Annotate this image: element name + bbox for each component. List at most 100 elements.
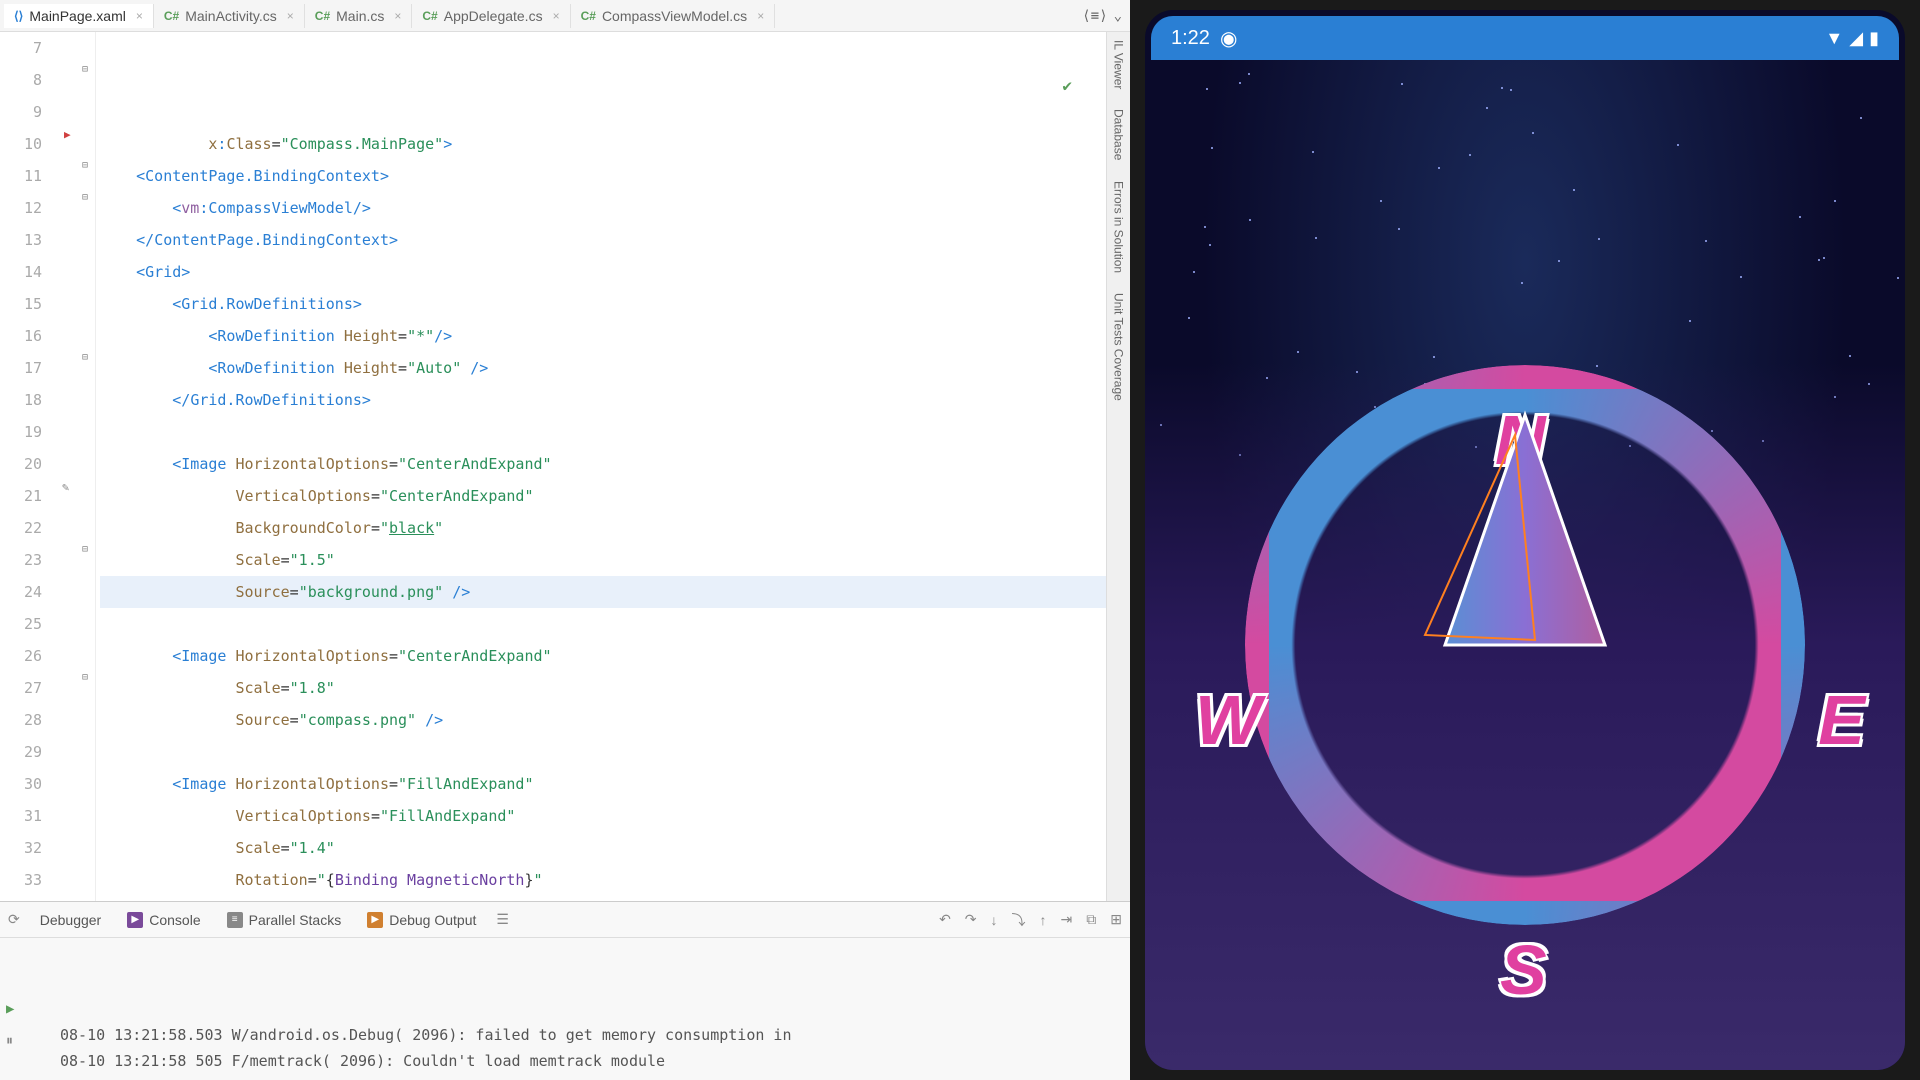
tab-Main-cs[interactable]: C# Main.cs × [305,4,413,28]
fold-toggle-icon[interactable]: ⊟ [82,672,88,683]
close-icon[interactable]: × [757,9,764,23]
tab-label: MainPage.xaml [29,8,126,24]
tab-parallel-label: Parallel Stacks [249,912,342,928]
tab-console-label: Console [149,912,200,928]
resume-icon[interactable]: ▶ [6,996,14,1022]
code-line-7[interactable]: x:Class="Compass.MainPage"> [100,128,1106,160]
inspection-ok-icon[interactable]: ✔ [1062,70,1072,102]
layout-icon[interactable]: ☰ [496,911,509,928]
code-line-13[interactable]: <RowDefinition Height="*"/> [100,320,1106,352]
code-line-26[interactable] [100,736,1106,768]
current-line-icon: ✎ [62,480,69,494]
close-icon[interactable]: × [136,9,143,23]
tab-label: CompassViewModel.cs [602,8,747,24]
code-line-22[interactable] [100,608,1106,640]
compass-needle [1385,405,1665,685]
file-type-icon: C# [315,9,330,23]
tab-debug-output[interactable]: ▶ Debug Output [361,908,482,932]
code-line-16[interactable] [100,416,1106,448]
wifi-icon: ▼ [1825,28,1843,49]
code-line-23[interactable]: <Image HorizontalOptions="CenterAndExpan… [100,640,1106,672]
step-over-icon[interactable]: ⤵ [1012,910,1026,930]
step-over-back-icon[interactable]: ↷ [965,911,977,928]
tab-parallel-stacks[interactable]: ≡ Parallel Stacks [221,908,348,932]
fold-toggle-icon[interactable]: ⊟ [82,544,88,555]
console-output[interactable]: ▶ ⏸ 08-10 13:21:58.503 W/android.os.Debu… [0,938,1130,1080]
tab-MainActivity-cs[interactable]: C# MainActivity.cs × [154,4,305,28]
close-icon[interactable]: × [553,9,560,23]
code-line-18[interactable]: VerticalOptions="CenterAndExpand" [100,480,1106,512]
code-line-8[interactable]: <ContentPage.BindingContext> [100,160,1106,192]
console-line: 08-10 13:21:58.503 W/android.os.Debug( 2… [60,1022,1090,1048]
code-line-14[interactable]: <RowDefinition Height="Auto" /> [100,352,1106,384]
code-editor[interactable]: ✔ x:Class="Compass.MainPage"> <ContentPa… [96,32,1106,901]
tab-label: MainActivity.cs [185,8,277,24]
settings-icon[interactable]: ⊞ [1110,911,1122,928]
code-line-28[interactable]: VerticalOptions="FillAndExpand" [100,800,1106,832]
code-line-10[interactable]: </ContentPage.BindingContext> [100,224,1106,256]
code-line-30[interactable]: Rotation="{Binding MagneticNorth}" [100,864,1106,896]
tab-console[interactable]: ▶ Console [121,908,206,932]
code-line-15[interactable]: </Grid.RowDefinitions> [100,384,1106,416]
breakpoint-marker[interactable]: ▶ [64,128,71,141]
code-line-21[interactable]: Source="background.png" /> [100,576,1106,608]
close-icon[interactable]: × [287,9,294,23]
step-back-icon[interactable]: ↶ [939,911,951,928]
tab-AppDelegate-cs[interactable]: C# AppDelegate.cs × [412,4,570,28]
step-out-icon[interactable]: ↑ [1040,912,1047,928]
android-emulator[interactable]: 1:22 ◉ ▼ ◢ ▮ N E S W [1145,10,1905,1070]
tab-MainPage-xaml[interactable]: ⟨⟩MainPage.xaml× [4,4,154,28]
run-to-cursor-icon[interactable]: ⇥ [1061,911,1073,928]
emulator-screen[interactable]: N E S W [1145,60,1905,1070]
code-line-9[interactable]: <vm:CompassViewModel/> [100,192,1106,224]
fold-toggle-icon[interactable]: ⊟ [82,64,88,75]
code-line-17[interactable]: <Image HorizontalOptions="CenterAndExpan… [100,448,1106,480]
code-line-27[interactable]: <Image HorizontalOptions="FillAndExpand" [100,768,1106,800]
tool-window-database[interactable]: Database [1109,109,1128,160]
debug-output-icon: ▶ [367,912,383,928]
tool-window-unit-tests-coverage[interactable]: Unit Tests Coverage [1109,293,1128,401]
code-line-29[interactable]: Scale="1.4" [100,832,1106,864]
right-tool-sidebar: IL Viewer Database Errors in Solution Unit … [1106,32,1130,901]
editor-area: 7891011121314151617181920212223242526272… [0,32,1130,901]
tab-debugout-label: Debug Output [389,912,476,928]
breakpoint-gutter[interactable]: ▶✎ [60,32,80,901]
fold-toggle-icon[interactable]: ⊟ [82,352,88,363]
file-type-icon: C# [164,9,179,23]
evaluate-icon[interactable]: ⧉ [1086,911,1096,928]
code-line-11[interactable]: <Grid> [100,256,1106,288]
battery-icon: ▮ [1869,28,1879,49]
file-type-icon: C# [422,9,437,23]
emulator-pane: 1:22 ◉ ▼ ◢ ▮ N E S W [1130,0,1920,1080]
close-icon[interactable]: × [394,9,401,23]
compass-west-label: W [1195,680,1261,760]
console-icon: ▶ [127,912,143,928]
code-line-31[interactable]: Source="needle.png" /> [100,896,1106,901]
tool-window-errors-in-solution[interactable]: Errors in Solution [1109,181,1128,273]
code-line-20[interactable]: Scale="1.5" [100,544,1106,576]
fold-toggle-icon[interactable]: ⊟ [82,192,88,203]
tab-debugger[interactable]: Debugger [34,908,108,932]
tab-label: Main.cs [336,8,384,24]
editor-pane: ⟨⟩MainPage.xaml×C#MainActivity.cs×C#Main… [0,0,1130,1080]
tab-label: AppDelegate.cs [444,8,543,24]
code-line-19[interactable]: BackgroundColor="black" [100,512,1106,544]
tool-window-il-viewer[interactable]: IL Viewer [1109,40,1128,89]
fold-gutter[interactable]: ⊟ ⊟ ⊟ ⊟ ⊟ ⊟ [80,32,96,901]
step-into-icon[interactable]: ↓ [991,912,998,928]
restart-icon[interactable]: ⟳ [8,911,20,928]
parallel-icon: ≡ [227,912,243,928]
tab-bar: ⟨⟩MainPage.xaml×C#MainActivity.cs×C#Main… [0,0,1130,32]
debug-attached-icon: ◉ [1220,26,1237,51]
pause-icon[interactable]: ⏸ [6,1028,14,1054]
console-line: 08-10 13:21:58 505 F/memtrack( 2096): Co… [60,1048,1090,1074]
chevron-down-icon[interactable]: ⌄ [1114,8,1122,24]
fold-toggle-icon[interactable]: ⊟ [82,160,88,171]
code-line-12[interactable]: <Grid.RowDefinitions> [100,288,1106,320]
emulator-status-bar: 1:22 ◉ ▼ ◢ ▮ [1151,16,1899,60]
tab-group-icon[interactable]: ⟨≡⟩ [1082,8,1107,24]
code-line-25[interactable]: Source="compass.png" /> [100,704,1106,736]
tab-CompassViewModel-cs[interactable]: C#CompassViewModel.cs× [571,4,776,28]
compass-east-label: E [1818,680,1865,760]
code-line-24[interactable]: Scale="1.8" [100,672,1106,704]
